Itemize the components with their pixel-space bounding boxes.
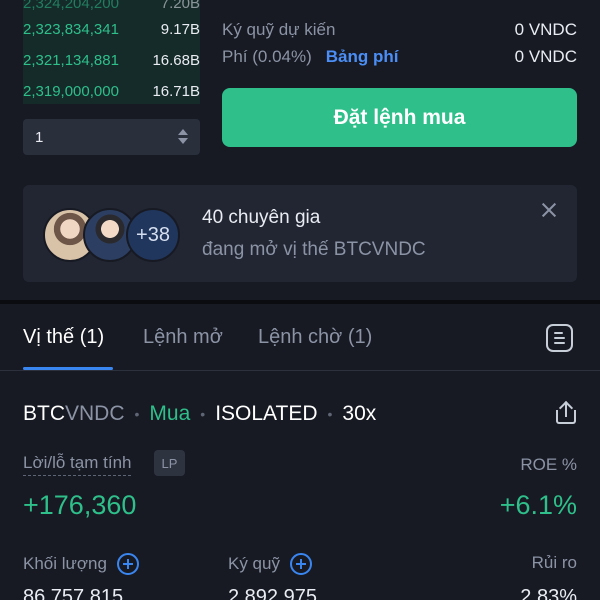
add-margin-plus-icon[interactable]: [289, 553, 312, 575]
close-icon[interactable]: [539, 200, 559, 220]
separator-dot: •: [327, 406, 333, 422]
volume-value: 86,757,815: [23, 586, 124, 600]
tab-divider: [0, 370, 600, 371]
experts-banner[interactable]: +38 40 chuyên gia đang mở vị thế BTCVNDC: [23, 185, 577, 282]
fee-schedule-link[interactable]: Bảng phí: [326, 47, 399, 67]
quantity-stepper[interactable]: 1: [23, 119, 200, 155]
position-quote-asset: VNDC: [65, 402, 125, 425]
orderbook-volume: 9.17B: [160, 20, 200, 38]
margin-label: Ký quỹ: [228, 554, 280, 573]
fee-label: Phí (0.04%): [222, 47, 312, 66]
lp-badge[interactable]: LP: [154, 450, 185, 476]
orderbook-volume: 16.71B: [152, 82, 200, 100]
risk-label: Rủi ro: [531, 553, 577, 572]
unrealized-pnl-value: +176,360: [23, 490, 137, 520]
orderbook-row[interactable]: 2,319,000,000 16.71B: [23, 80, 200, 102]
risk-value: 2.83%: [520, 586, 577, 600]
section-divider: [0, 300, 600, 304]
orderbook-price: 2,323,834,341: [23, 20, 119, 38]
place-buy-order-button[interactable]: Đặt lệnh mua: [222, 88, 577, 147]
more-experts-count: +38: [126, 208, 180, 262]
position-side: Mua: [149, 402, 191, 425]
share-icon[interactable]: [556, 400, 576, 424]
orderbook-volume: 16.68B: [152, 51, 200, 69]
tab-positions[interactable]: Vị thế (1): [23, 326, 104, 349]
list-icon[interactable]: [546, 324, 573, 352]
leverage: 30x: [342, 402, 377, 425]
stepper-arrows-icon[interactable]: [178, 129, 188, 145]
experts-title: 40 chuyên gia: [202, 207, 321, 228]
orderbook-volume: 7.20B: [160, 0, 200, 12]
roe-value: +6.1%: [499, 490, 577, 520]
fee-row: Phí (0.04%) Bảng phí 0 VNDC: [222, 45, 577, 69]
unrealized-pnl-label[interactable]: Lời/lỗ tạm tính: [23, 453, 132, 476]
add-volume-plus-icon[interactable]: [116, 553, 139, 575]
orderbook-row[interactable]: 2,324,204,200 7.20B: [23, 0, 200, 14]
orderbook: 2,324,204,200 7.20B 2,323,834,341 9.17B …: [23, 0, 200, 104]
estimated-margin-row: Ký quỹ dự kiến 0 VNDC: [222, 18, 577, 42]
separator-dot: •: [134, 406, 140, 422]
position-header: BTC VNDC • Mua • ISOLATED • 30x: [23, 401, 376, 427]
volume-label-group: Khối lượng: [23, 553, 139, 575]
margin-value: 2,892,975: [228, 586, 317, 600]
quantity-value: 1: [35, 128, 44, 146]
tab-pending-orders[interactable]: Lệnh chờ (1): [258, 326, 372, 349]
orderbook-price: 2,324,204,200: [23, 0, 119, 12]
experts-subtitle: đang mở vị thế BTCVNDC: [202, 239, 426, 260]
volume-label: Khối lượng: [23, 554, 107, 573]
tab-open-orders[interactable]: Lệnh mở: [143, 326, 223, 349]
orderbook-price: 2,319,000,000: [23, 82, 119, 100]
orderbook-row[interactable]: 2,321,134,881 16.68B: [23, 49, 200, 71]
roe-label: ROE %: [520, 455, 577, 474]
estimated-margin-label: Ký quỹ dự kiến: [222, 20, 336, 39]
separator-dot: •: [200, 406, 206, 422]
estimated-margin-value: 0 VNDC: [514, 20, 577, 39]
position-base-asset: BTC: [23, 402, 65, 425]
margin-label-group: Ký quỹ: [228, 553, 312, 575]
margin-mode: ISOLATED: [215, 402, 318, 425]
orderbook-price: 2,321,134,881: [23, 51, 119, 69]
orderbook-row[interactable]: 2,323,834,341 9.17B: [23, 18, 200, 40]
fee-value: 0 VNDC: [514, 47, 577, 66]
